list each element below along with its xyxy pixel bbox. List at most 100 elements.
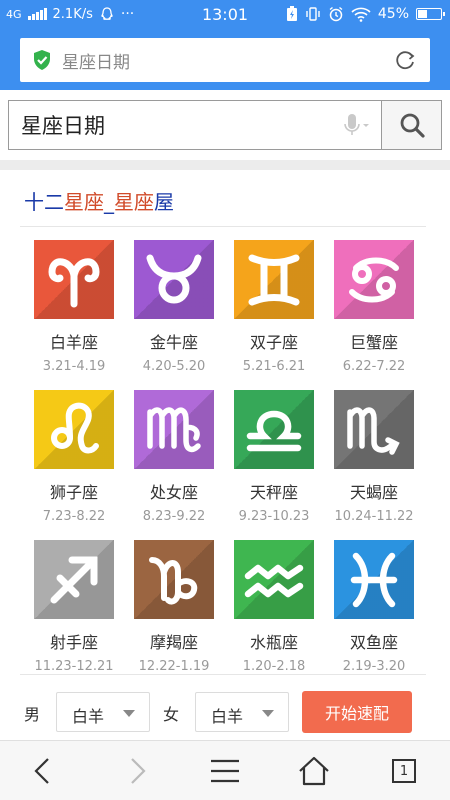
card-title[interactable]: 十二星座_星座屋 (24, 186, 174, 215)
scorpio-icon (347, 406, 400, 455)
bottom-nav: 1 (0, 740, 450, 800)
zodiac-dates: 1.20-2.18 (242, 659, 306, 674)
status-bar: 4G 2.1K/s ··· 13:01 45% (0, 0, 450, 30)
zodiac-dates: 10.24-11.22 (334, 509, 414, 524)
zodiac-name: 白羊座 (49, 333, 98, 352)
chevron-down-icon (262, 710, 274, 717)
zodiac-item[interactable]: 摩羯座 12.22-1.19 (124, 540, 224, 674)
zodiac-dates: 2.19-3.20 (342, 659, 406, 674)
female-label: 女 (163, 705, 180, 724)
zodiac-tile (234, 540, 314, 619)
male-label: 男 (24, 705, 41, 724)
start-match-button[interactable]: 开始速配 (302, 691, 412, 733)
shield-check-icon (34, 50, 50, 70)
sagittarius-icon (50, 556, 98, 603)
charging-icon (286, 6, 297, 21)
zodiac-name: 天蝎座 (349, 483, 398, 502)
zodiac-item[interactable]: 天蝎座 10.24-11.22 (324, 390, 424, 524)
taurus-icon (146, 254, 202, 303)
zodiac-tile (134, 240, 214, 319)
tabs-button[interactable]: 1 (384, 753, 424, 789)
zodiac-tile (134, 390, 214, 469)
title-part: _ (104, 190, 114, 214)
alarm-icon (329, 6, 343, 22)
leo-icon (51, 402, 99, 453)
zodiac-item[interactable]: 天秤座 9.23-10.23 (224, 390, 324, 524)
menu-icon (211, 759, 239, 783)
zodiac-tile (234, 240, 314, 319)
zodiac-name: 水瓶座 (249, 633, 298, 652)
reload-icon[interactable] (392, 47, 418, 73)
zodiac-tile (234, 390, 314, 469)
back-button[interactable] (24, 753, 64, 789)
section-separator (0, 160, 450, 170)
zodiac-item[interactable]: 双鱼座 2.19-3.20 (324, 540, 424, 674)
forward-arrow-icon (131, 758, 146, 784)
male-sign-select[interactable]: 白羊 (56, 692, 150, 732)
cancer-icon (349, 257, 399, 302)
zodiac-item[interactable]: 处女座 8.23-9.22 (124, 390, 224, 524)
zodiac-name: 双子座 (249, 333, 298, 352)
libra-icon (246, 410, 302, 451)
zodiac-card: 十二星座_星座屋 白羊座 3.21-4.19 金牛座 4.20-5.20 双子座 5.… (0, 170, 450, 740)
zodiac-dates: 8.23-9.22 (142, 509, 206, 524)
zodiac-dates: 12.22-1.19 (138, 659, 210, 674)
search-row: 星座日期 (0, 90, 450, 160)
zodiac-name: 金牛座 (149, 333, 198, 352)
zodiac-dates: 3.21-4.19 (42, 359, 106, 374)
zodiac-dates: 5.21-6.21 (242, 359, 306, 374)
aquarius-icon (244, 564, 304, 597)
tab-count: 1 (392, 759, 416, 783)
zodiac-item[interactable]: 白羊座 3.21-4.19 (24, 240, 124, 374)
zodiac-dates: 9.23-10.23 (238, 509, 310, 524)
title-part: 星座 (114, 190, 154, 214)
browser-top-bar: 4G 2.1K/s ··· 13:01 45% 星座日期 (0, 0, 450, 90)
capricorn-icon (149, 556, 198, 605)
zodiac-tile (334, 240, 414, 319)
battery-level (418, 10, 428, 18)
zodiac-item[interactable]: 射手座 11.23-12.21 (24, 540, 124, 674)
zodiac-name: 天秤座 (249, 483, 298, 502)
vibrate-icon (306, 7, 320, 21)
zodiac-tile (334, 540, 414, 619)
zodiac-item[interactable]: 金牛座 4.20-5.20 (124, 240, 224, 374)
zodiac-dates: 6.22-7.22 (342, 359, 406, 374)
home-icon (299, 756, 329, 786)
zodiac-item[interactable]: 水瓶座 1.20-2.18 (224, 540, 324, 674)
search-input[interactable]: 星座日期 (8, 100, 382, 150)
virgo-icon (147, 406, 201, 452)
search-button[interactable] (381, 100, 442, 150)
search-query[interactable]: 星座日期 (21, 110, 340, 140)
zodiac-name: 处女座 (149, 483, 198, 502)
zodiac-item[interactable]: 狮子座 7.23-8.22 (24, 390, 124, 524)
female-sign-value: 白羊 (211, 707, 244, 726)
gemini-icon (248, 254, 300, 305)
zodiac-name: 射手座 (49, 633, 98, 652)
zodiac-item[interactable]: 双子座 5.21-6.21 (224, 240, 324, 374)
battery-percent: 45% (377, 6, 409, 22)
zodiac-tile (134, 540, 214, 619)
zodiac-tile (34, 540, 114, 619)
address-text[interactable]: 星座日期 (62, 48, 392, 73)
zodiac-tile (334, 390, 414, 469)
microphone-icon[interactable] (340, 110, 372, 140)
female-sign-select[interactable]: 白羊 (195, 692, 289, 732)
zodiac-item[interactable]: 巨蟹座 6.22-7.22 (324, 240, 424, 374)
zodiac-dates: 4.20-5.20 (142, 359, 206, 374)
aries-icon (48, 258, 100, 307)
zodiac-name: 巨蟹座 (349, 333, 398, 352)
zodiac-grid: 白羊座 3.21-4.19 金牛座 4.20-5.20 双子座 5.21-6.21 巨… (24, 240, 424, 674)
menu-button[interactable] (205, 753, 245, 789)
address-bar[interactable]: 星座日期 (20, 38, 430, 82)
pisces-icon (350, 552, 398, 607)
zodiac-dates: 7.23-8.22 (42, 509, 106, 524)
back-arrow-icon (34, 758, 49, 784)
search-icon (400, 113, 425, 138)
battery-icon (416, 8, 445, 20)
home-button[interactable] (294, 753, 334, 789)
forward-button[interactable] (116, 753, 156, 789)
title-part: 十二 (24, 190, 64, 214)
zodiac-name: 摩羯座 (149, 633, 198, 652)
zodiac-name: 狮子座 (49, 483, 98, 502)
zodiac-tile (34, 240, 114, 319)
